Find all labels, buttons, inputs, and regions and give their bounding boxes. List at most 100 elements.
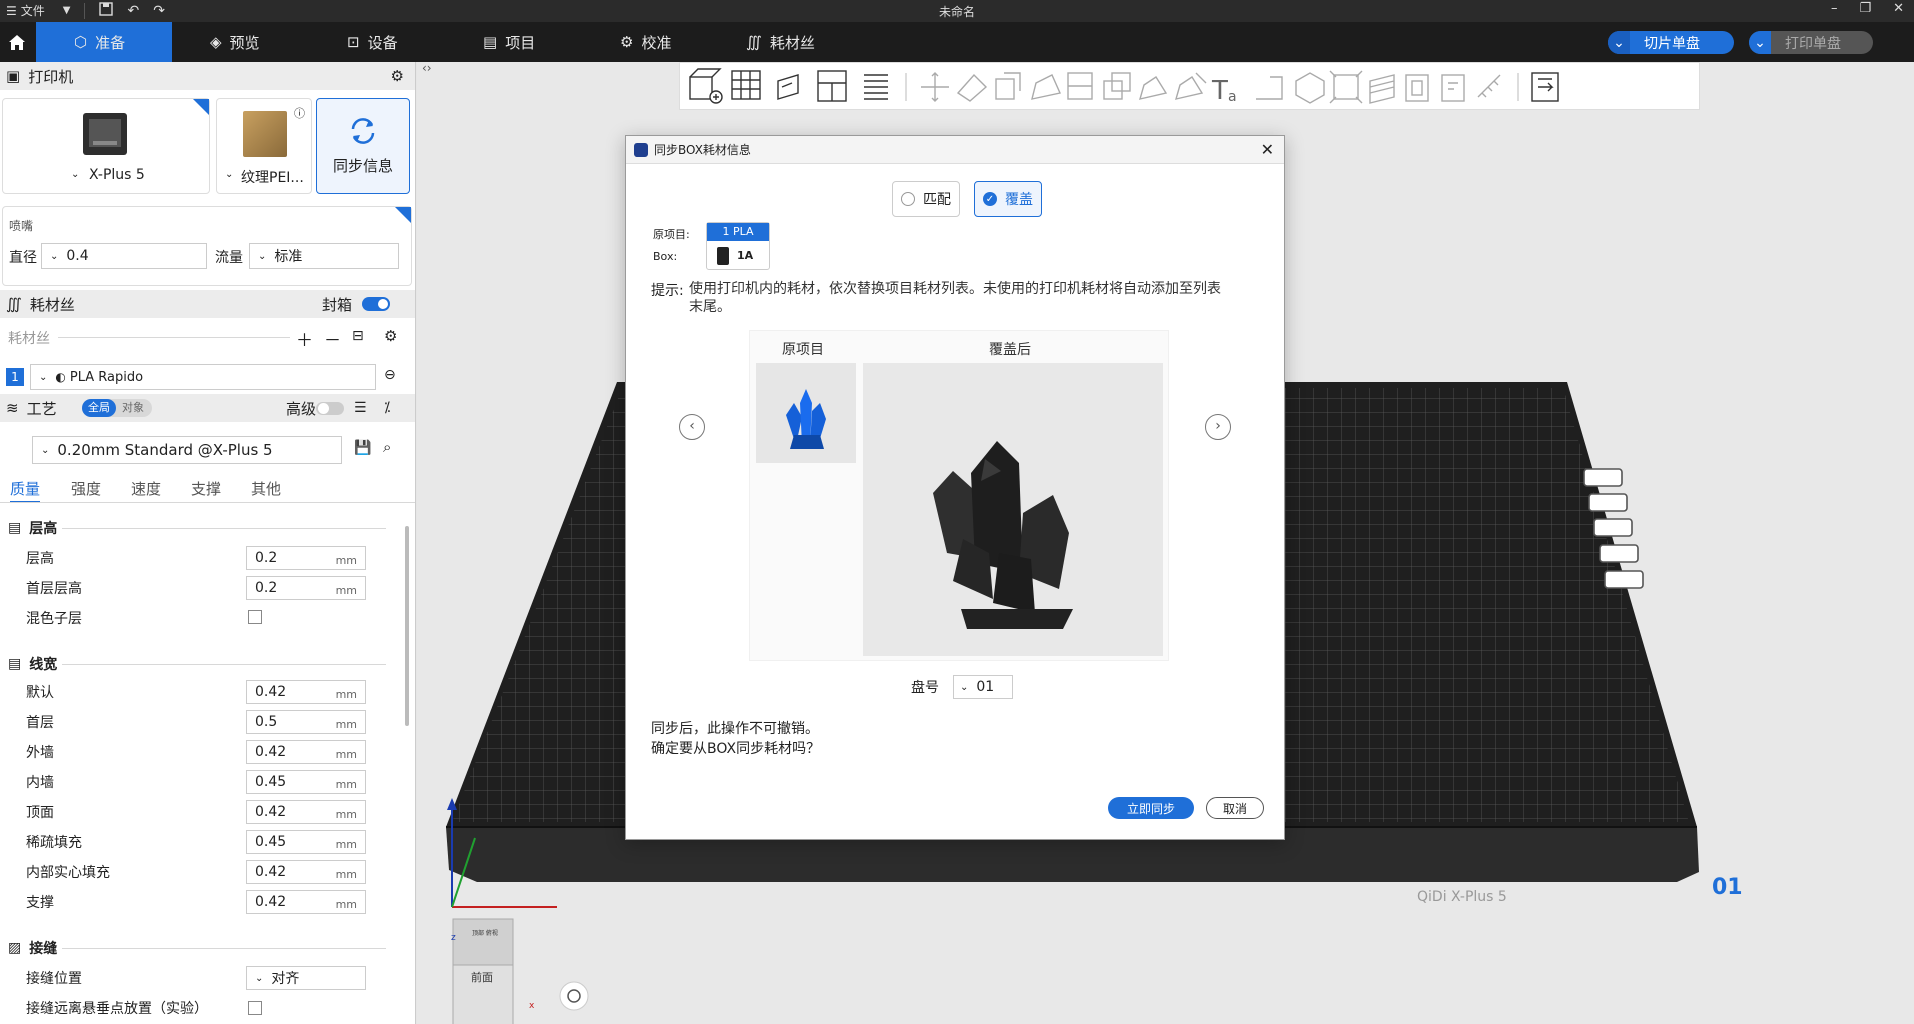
option-match[interactable]: 匹配	[892, 181, 960, 217]
plate-number-select[interactable]: ⌄ 01	[953, 675, 1013, 699]
axis-x-label: x	[529, 1001, 535, 1011]
line-width-row-label: 首层	[26, 715, 54, 731]
plate-view-icon[interactable]	[1604, 570, 1644, 589]
filament-select[interactable]: ⌄ ◐ PLA Rapido	[30, 364, 376, 390]
radio-unchecked[interactable]	[901, 192, 915, 206]
option-override[interactable]: ✓ 覆盖	[974, 181, 1042, 217]
tab-other[interactable]: 其他	[251, 478, 281, 499]
tab-device[interactable]: ⊡ 设备	[347, 22, 398, 62]
gear-icon[interactable]: ⚙	[391, 67, 404, 85]
line-width-row-input[interactable]: 0.42 mm	[246, 890, 366, 914]
tab-preview[interactable]: ◈ 预览	[210, 22, 260, 62]
cancel-button[interactable]: 取消	[1206, 797, 1264, 819]
diameter-select[interactable]: ⌄ 0.4	[41, 243, 207, 269]
tab-support[interactable]: 支撑	[191, 478, 221, 499]
toggle-object[interactable]: 对象	[116, 399, 150, 417]
settings-scrollbar[interactable]	[405, 526, 409, 726]
seam-away-checkbox[interactable]	[248, 1001, 262, 1015]
plate-lock-icon[interactable]	[1599, 544, 1639, 563]
settings-panel: ▣ 打印机 ⚙ ⌄ X-Plus 5 ⓘ ⌄ 纹理PEI... 同步信息 喷嘴 …	[0, 62, 416, 1024]
chevron-down-icon[interactable]: ⌄	[1749, 31, 1771, 54]
chevron-down-icon: ⌄	[39, 371, 48, 383]
project-icon: ▤	[483, 33, 498, 51]
sync-info-button[interactable]: 同步信息	[316, 98, 410, 194]
enclosure-toggle[interactable]	[362, 297, 390, 311]
line-width-row-input[interactable]: 0.42 mm	[246, 860, 366, 884]
line-width-row-input[interactable]: 0.42 mm	[246, 680, 366, 704]
process-preset-select[interactable]: ⌄ 0.20mm Standard @X-Plus 5	[32, 436, 342, 464]
chevron-down-icon[interactable]: ⌄	[1608, 31, 1630, 54]
tab-filament[interactable]: ∭ 耗材丝	[746, 22, 815, 62]
line-width-row-input[interactable]: 0.45 mm	[246, 830, 366, 854]
first-layer-height-input[interactable]: 0.2 mm	[246, 576, 366, 600]
printer-card[interactable]: ⌄ X-Plus 5	[2, 98, 210, 194]
undo-icon[interactable]: ↶	[127, 3, 139, 19]
add-icon[interactable]: ＋	[296, 326, 313, 351]
save-icon[interactable]	[99, 2, 114, 19]
unit-label: mm	[335, 584, 357, 597]
spool-icon	[717, 247, 729, 265]
radio-checked-icon[interactable]: ✓	[983, 192, 997, 206]
close-window-icon[interactable]: ✕	[1893, 1, 1904, 16]
unit-label: mm	[335, 868, 357, 881]
line-width-row-input[interactable]: 0.45 mm	[246, 770, 366, 794]
gear-icon[interactable]: ⚙	[384, 327, 397, 345]
seam-position-select[interactable]: ⌄ 对齐	[246, 966, 366, 990]
restore-icon[interactable]: ❐	[1859, 1, 1871, 16]
remove-icon[interactable]: －	[324, 326, 341, 351]
print-plate-button[interactable]: ⌄ 打印单盘	[1749, 31, 1873, 54]
filament-row[interactable]: 1 ⌄ ◐ PLA Rapido ⊖	[0, 364, 415, 390]
slice-plate-button[interactable]: ⌄ 切片单盘	[1608, 31, 1734, 54]
mixed-sublayer-checkbox[interactable]	[248, 610, 262, 624]
option-match-label: 匹配	[923, 192, 951, 208]
tab-quality[interactable]: 质量	[10, 478, 41, 503]
line-width-row-input[interactable]: 0.42 mm	[246, 800, 366, 824]
tab-speed[interactable]: 速度	[131, 478, 161, 499]
redo-icon[interactable]: ↷	[153, 3, 165, 19]
global-object-toggle[interactable]: 全局 对象	[82, 399, 152, 417]
plate-card[interactable]: ⓘ ⌄ 纹理PEI...	[216, 98, 312, 194]
file-menu[interactable]: ☰ 文件 ▼	[6, 2, 70, 19]
plate-delete-icon[interactable]	[1583, 468, 1623, 487]
line-width-row-label: 内部实心填充	[26, 865, 110, 881]
print-plate-label: 打印单盘	[1785, 35, 1841, 52]
layer-height-input[interactable]: 0.2 mm	[246, 546, 366, 570]
advanced-toggle[interactable]	[316, 402, 344, 415]
plate-number-label: 盘号	[911, 680, 939, 696]
info-icon[interactable]: ⓘ	[294, 105, 305, 121]
list-icon[interactable]: ☰	[354, 400, 367, 416]
tab-calibration[interactable]: ⚙ 校准	[620, 22, 671, 62]
plate-orient-icon[interactable]	[1593, 518, 1633, 537]
plate-arrange-icon[interactable]	[1588, 493, 1628, 512]
filament-section-header: ∭ 耗材丝 封箱	[0, 290, 415, 318]
orig-label: 原项目:	[653, 228, 690, 241]
sync-box-icon[interactable]: ⊟	[352, 328, 364, 344]
save-preset-icon[interactable]: 💾	[354, 440, 371, 456]
seam-position-label: 接缝位置	[26, 971, 82, 987]
chevron-right-icon[interactable]: ›	[1205, 414, 1231, 440]
tab-project[interactable]: ▤ 项目	[483, 22, 535, 62]
percent-icon[interactable]: ⁒	[384, 400, 390, 416]
tab-strength[interactable]: 强度	[71, 478, 101, 499]
view-reset-icon[interactable]	[559, 981, 589, 1011]
search-icon[interactable]: ⌕	[383, 438, 391, 456]
chevron-down-icon: ▼	[62, 5, 71, 16]
more-icon[interactable]: ⊖	[384, 367, 396, 383]
toggle-global[interactable]: 全局	[82, 399, 116, 417]
layers-icon: ◈	[210, 33, 222, 51]
tab-prepare[interactable]: ⬡ 准备	[36, 22, 172, 62]
filament-mapping-chip: 1 PLA 1A	[706, 222, 770, 270]
line-width-row-input[interactable]: 0.42 mm	[246, 740, 366, 764]
flow-select[interactable]: ⌄ 标准	[249, 243, 399, 269]
home-button[interactable]	[0, 22, 34, 62]
chevron-left-icon[interactable]: ‹	[679, 414, 705, 440]
seam-group-header: ▨ 接缝	[8, 938, 57, 958]
blue-crystal-model	[786, 389, 826, 449]
confirm-sync-button[interactable]: 立即同步	[1108, 797, 1194, 819]
line-width-row-value: 0.42	[255, 744, 287, 760]
close-icon[interactable]: ✕	[1261, 140, 1274, 159]
line-width-row-input[interactable]: 0.5 mm	[246, 710, 366, 734]
minimize-icon[interactable]: –	[1831, 1, 1838, 16]
axis-z-label: z	[451, 933, 456, 943]
chevron-down-icon: ⌄	[50, 250, 59, 262]
